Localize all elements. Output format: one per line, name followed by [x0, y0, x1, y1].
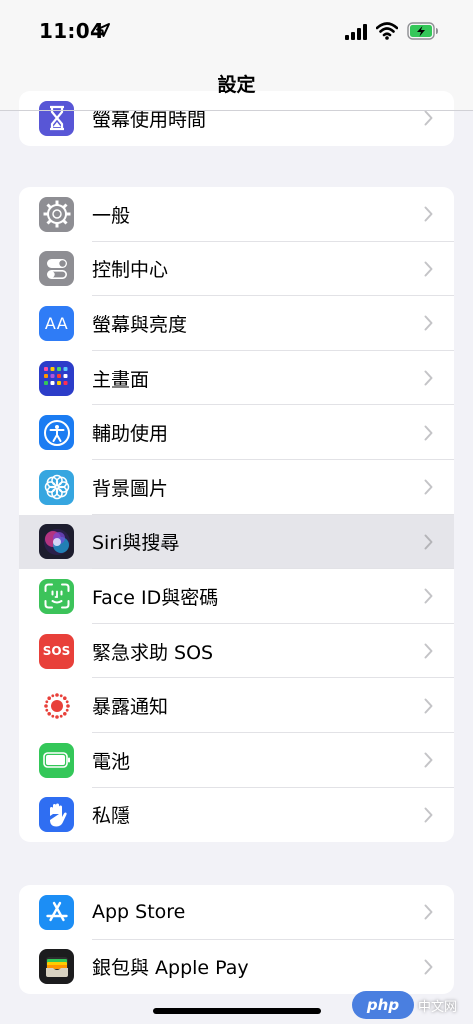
settings-group-store: App Store 銀包與 Apple Pay: [19, 885, 454, 995]
settings-row-label: 主畫面: [92, 368, 150, 391]
toggles-icon: [39, 251, 74, 287]
chevron-right-icon: [424, 904, 433, 920]
nav-bar-divider: [0, 110, 473, 111]
chevron-right-icon: [424, 807, 433, 823]
app-grid-icon: [39, 360, 74, 396]
settings-row-privacy[interactable]: 私隱: [19, 788, 454, 843]
chevron-right-icon: [424, 959, 433, 975]
settings-row-label: 銀包與 Apple Pay: [92, 957, 249, 980]
settings-row-label: 螢幕使用時間: [92, 108, 207, 131]
chevron-right-icon: [424, 110, 433, 126]
location-arrow-icon: [96, 23, 110, 37]
settings-row-accessibility[interactable]: 輔助使用: [19, 405, 454, 460]
settings-row-label: Siri與搜尋: [92, 532, 180, 555]
chevron-right-icon: [424, 534, 433, 550]
face-id-icon: [39, 578, 74, 614]
battery-icon: [39, 742, 74, 778]
settings-row-general[interactable]: 一般: [19, 187, 454, 242]
chevron-right-icon: [424, 206, 433, 222]
accessibility-icon: [39, 415, 74, 451]
settings-row-label: Face ID與密碼: [92, 586, 219, 609]
chevron-right-icon: [424, 425, 433, 441]
chevron-right-icon: [424, 479, 433, 495]
settings-row-home-screen[interactable]: 主畫面: [19, 351, 454, 406]
settings-row-app-store[interactable]: App Store: [19, 885, 454, 940]
cellular-signal-icon: [345, 24, 367, 40]
settings-row-label: 私隱: [92, 805, 131, 828]
settings-row-wallpaper[interactable]: 背景圖片: [19, 460, 454, 515]
chevron-right-icon: [424, 752, 433, 768]
chevron-right-icon: [424, 643, 433, 659]
exposure-icon: [39, 688, 74, 724]
wallet-icon: [39, 949, 74, 985]
settings-row-control-center[interactable]: 控制中心: [19, 242, 454, 297]
settings-row-label: 暴露通知: [92, 696, 169, 719]
settings-row-label: App Store: [92, 901, 186, 924]
settings-row-label: 螢幕與亮度: [92, 313, 188, 336]
settings-row-exposure-notifications[interactable]: 暴露通知: [19, 678, 454, 733]
settings-row-screen-time[interactable]: 螢幕使用時間: [19, 91, 454, 146]
battery-charging-icon: [407, 22, 438, 40]
settings-row-emergency-sos[interactable]: SOS 緊急求助 SOS: [19, 624, 454, 679]
wifi-icon: [376, 22, 398, 40]
settings-row-battery[interactable]: 電池: [19, 733, 454, 788]
gear-icon: [39, 196, 74, 232]
chevron-right-icon: [424, 261, 433, 277]
hourglass-icon: [39, 100, 74, 136]
settings-row-label: 一般: [92, 204, 131, 227]
chevron-right-icon: [424, 315, 433, 331]
siri-icon: [39, 524, 74, 560]
flower-icon: [39, 469, 74, 505]
chevron-right-icon: [424, 370, 433, 386]
settings-row-label: 電池: [92, 750, 131, 773]
chevron-right-icon: [424, 588, 433, 604]
settings-row-display-brightness[interactable]: AA 螢幕與亮度: [19, 296, 454, 351]
settings-group-screen-time: 螢幕使用時間: [19, 91, 454, 146]
settings-row-face-id-passcode[interactable]: Face ID與密碼: [19, 569, 454, 624]
settings-row-wallet-apple-pay[interactable]: 銀包與 Apple Pay: [19, 940, 454, 995]
page-title: 設定: [217, 74, 256, 96]
settings-row-label: 輔助使用: [92, 423, 169, 446]
settings-row-siri-search[interactable]: Siri與搜尋: [19, 514, 454, 570]
settings-group-main: 一般 控制中心 AA 螢幕與亮度 主畫面 輔助使用 背景圖片 Siri與搜尋 F…: [19, 187, 454, 843]
hand-icon: [39, 797, 74, 833]
watermark-logo: php: [352, 991, 414, 1019]
settings-row-label: 控制中心: [92, 259, 169, 282]
watermark-text: 中文网: [418, 1000, 458, 1015]
status-bar: 11:04: [0, 0, 473, 62]
app-store-icon: [39, 894, 74, 930]
text-size-icon: AA: [39, 305, 74, 341]
sos-icon: SOS: [39, 633, 74, 669]
home-indicator[interactable]: [153, 1008, 321, 1014]
settings-row-label: 緊急求助 SOS: [92, 641, 214, 664]
watermark: php 中文网: [352, 991, 464, 1019]
chevron-right-icon: [424, 698, 433, 714]
settings-row-label: 背景圖片: [92, 477, 169, 500]
